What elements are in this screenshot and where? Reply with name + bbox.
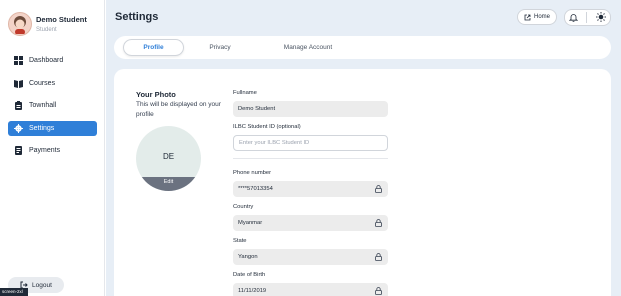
sidebar-item-label: Courses [29,79,56,87]
dob-field[interactable]: 11/11/2019 [233,283,388,296]
fullname-value: Demo Student [238,106,276,112]
state-label: State [233,238,247,244]
divider [586,12,588,23]
country-value: Myanmar [238,220,263,226]
phone-label: Phone number [233,170,272,176]
sidebar-item-townhall[interactable]: Townhall [8,98,97,113]
tab-manage-account[interactable]: Manage Account [263,39,353,56]
student-id-label: ILBC Student ID (optional) [233,124,301,130]
clipboard-icon [14,101,23,111]
user-profile[interactable]: Demo Student Student [8,12,87,36]
photo-edit-button[interactable]: Edit [136,177,201,191]
state-field[interactable]: Yangon [233,249,388,265]
fullname-field[interactable]: Demo Student [233,101,388,117]
lock-icon [375,185,382,193]
dob-value: 11/11/2019 [238,288,267,294]
main-content: Settings Home Profile Privacy Manage Acc… [106,0,621,296]
lock-icon [375,253,382,261]
avatar-illustration-icon [14,16,26,34]
tab-profile[interactable]: Profile [123,39,184,56]
sidebar: Demo Student Student Dashboard Courses T… [0,0,105,296]
form-divider [233,158,388,159]
avatar [8,12,32,36]
phone-value: ****57013354 [238,186,273,192]
state-value: Yangon [238,254,258,260]
tab-privacy[interactable]: Privacy [199,39,241,56]
profile-photo[interactable]: DE Edit [136,126,201,191]
dashboard-icon [14,56,23,65]
screen-size-tag: screen-2xl [0,288,28,296]
external-link-icon [524,14,531,21]
dob-label: Date of Birth [233,272,266,278]
sidebar-item-label: Dashboard [29,57,64,64]
sidebar-item-settings[interactable]: Settings [8,120,97,136]
profile-card: Your Photo This will be displayed on you… [114,69,611,296]
page-title: Settings [115,11,159,23]
sidebar-item-label: Payments [29,147,61,155]
lock-icon [375,287,382,295]
photo-title: Your Photo [136,90,176,99]
home-label: Home [533,14,550,20]
sidebar-item-courses[interactable]: Courses [8,76,97,91]
bell-icon[interactable] [568,9,579,27]
logout-label: Logout [32,281,52,289]
country-label: Country [233,204,254,210]
sidebar-item-payments[interactable]: Payments [8,143,97,158]
book-icon [14,79,23,88]
gear-icon [14,123,23,133]
phone-field[interactable]: ****57013354 [233,181,388,197]
sidebar-item-dashboard[interactable]: Dashboard [8,53,97,68]
sidebar-item-label: Settings [29,124,55,132]
photo-description: This will be displayed on your profile [136,101,221,118]
lock-icon [375,219,382,227]
header-actions [564,9,611,26]
student-id-field[interactable]: Enter your ILBC Student ID [233,135,388,151]
country-field[interactable]: Myanmar [233,215,388,231]
fullname-label: Fullname [233,90,257,96]
student-id-placeholder: Enter your ILBC Student ID [239,140,310,146]
photo-initials: DE [162,152,175,161]
tab-bar: Profile Privacy Manage Account [114,36,611,59]
home-button[interactable]: Home [517,9,557,25]
receipt-icon [14,146,23,156]
sidebar-item-label: Townhall [29,102,57,110]
sidebar-nav: Dashboard Courses Townhall Settings Paym… [8,53,97,166]
sun-icon[interactable] [595,9,606,27]
user-role: Student [36,27,57,33]
user-name: Demo Student [36,15,87,24]
